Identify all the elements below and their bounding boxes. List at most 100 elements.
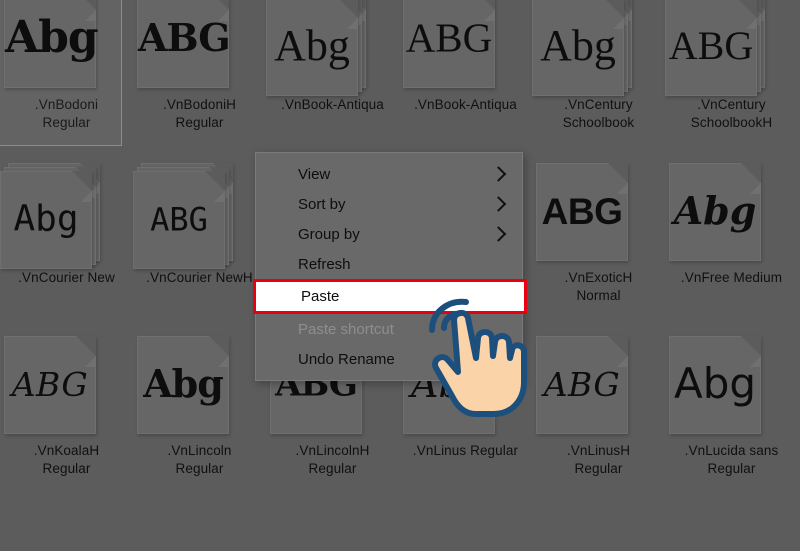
menu-item-label: View (298, 165, 331, 183)
font-preview-glyph: ABG (668, 23, 754, 69)
page-fold-icon (209, 0, 229, 10)
font-file-icon[interactable]: ABG (532, 159, 665, 267)
menu-item-group-by[interactable]: Group by (256, 219, 522, 249)
file-sheet: ABG (403, 0, 495, 88)
font-file-icon[interactable]: Abg (0, 0, 133, 94)
font-file-icon[interactable]: Abg (665, 159, 798, 267)
page-fold-icon (338, 0, 358, 18)
menu-item-label: Refresh (298, 255, 351, 273)
file-sheet: ABG (4, 336, 96, 434)
page-fold-icon (741, 336, 761, 356)
page-fold-icon (608, 336, 628, 356)
font-file-icon[interactable]: Abg (0, 159, 133, 269)
page-fold-icon (76, 336, 96, 356)
page-fold-icon (205, 171, 225, 191)
chevron-right-icon (490, 226, 507, 242)
font-icon-label: .VnLincoln Regular (167, 443, 232, 476)
font-preview-glyph: Abg (13, 198, 79, 240)
font-icon-label: .VnLucida sans Regular (684, 443, 779, 476)
font-icon-item[interactable]: ABG .VnLinusH Regular (532, 332, 665, 478)
font-icon-item[interactable]: Abg .VnLucida sans Regular (665, 332, 798, 478)
font-file-icon[interactable]: ABG (532, 332, 665, 440)
font-icon-item[interactable]: Abg .VnCentury Schoolbook (532, 0, 665, 132)
font-file-icon[interactable]: Abg (266, 0, 399, 96)
file-sheet: Abg (0, 171, 92, 269)
menu-item-label: Paste shortcut (298, 320, 394, 338)
menu-item-sort-by[interactable]: Sort by (256, 189, 522, 219)
font-file-icon[interactable]: ABG (0, 332, 133, 440)
font-file-icon[interactable]: ABG (133, 159, 266, 269)
font-icon-label: .VnCentury Schoolbook (562, 97, 635, 130)
font-file-icon[interactable]: Abg (133, 332, 266, 440)
font-icon-item[interactable]: ABG .VnBook-Antiqua (399, 0, 532, 114)
font-icon-label: .VnKoalaH Regular (33, 443, 100, 476)
file-sheet: Abg (669, 163, 761, 261)
menu-item-paste-slot: Paste (253, 279, 527, 314)
menu-item-refresh[interactable]: Refresh (256, 249, 522, 279)
menu-item-label: Sort by (298, 195, 346, 213)
font-preview-glyph: ABG (543, 364, 621, 404)
font-preview-glyph: Abg (540, 21, 616, 71)
menu-item-label: Undo Rename (298, 350, 395, 368)
font-icon-item[interactable]: ABG .VnKoalaH Regular (0, 332, 133, 478)
font-file-icon[interactable]: Abg (665, 332, 798, 440)
font-icon-item[interactable]: Abg .VnFree Medium (665, 159, 798, 287)
file-sheet: Abg (532, 0, 624, 96)
font-icon-item[interactable]: Abg .VnCourier New (0, 159, 133, 287)
font-icon-label: .VnExoticH Normal (564, 270, 633, 303)
desktop-fonts-window: Abg .VnBodoni Regular ABG .VnBodoniH Regular A… (0, 0, 800, 551)
font-preview-glyph: ABG (405, 14, 493, 61)
font-preview-glyph: Abg (5, 12, 99, 64)
file-sheet: Abg (669, 336, 761, 434)
font-icon-item[interactable]: ABG .VnCourier NewH (133, 159, 266, 287)
menu-item-undo-rename[interactable]: Undo Rename (256, 344, 522, 374)
font-file-icon[interactable]: ABG (665, 0, 798, 96)
font-icon-item[interactable]: Abg .VnBook-Antiqua (266, 0, 399, 114)
chevron-right-icon (490, 196, 507, 212)
font-icon-item[interactable]: Abg .VnLincoln Regular (133, 332, 266, 478)
file-sheet: Abg (137, 336, 229, 434)
page-fold-icon (209, 336, 229, 356)
file-sheet: ABG (133, 171, 225, 269)
font-icon-label: .VnBodoni Regular (34, 97, 99, 130)
page-fold-icon (741, 163, 761, 183)
page-fold-icon (608, 163, 628, 183)
font-preview-glyph: ABG (11, 364, 89, 404)
font-icon-label: .VnCentury SchoolbookH (690, 97, 773, 130)
font-preview-glyph: ABG (138, 15, 231, 61)
font-icon-item[interactable]: Abg .VnBodoni Regular (0, 0, 133, 146)
file-sheet: ABG (536, 163, 628, 261)
file-sheet: Abg (266, 0, 358, 96)
menu-item-paste[interactable]: Paste (253, 279, 527, 314)
menu-item-paste-shortcut: Paste shortcut (256, 314, 522, 344)
font-preview-glyph: Abg (143, 361, 224, 407)
page-fold-icon (737, 0, 757, 18)
font-icon-item[interactable]: ABG .VnCentury SchoolbookH (665, 0, 798, 132)
file-sheet: ABG (665, 0, 757, 96)
font-icon-label: .VnLinus Regular (412, 443, 519, 458)
menu-item-label: Paste (301, 288, 340, 305)
font-icon-label: .VnCourier New (18, 270, 115, 285)
font-file-icon[interactable]: ABG (133, 0, 266, 94)
font-icon-label: .VnBook-Antiqua (414, 97, 517, 112)
page-fold-icon (604, 0, 624, 18)
page-fold-icon (72, 171, 92, 191)
context-menu[interactable]: View Sort by Group by Refresh Paste Past… (253, 152, 527, 381)
font-icon-item[interactable]: ABG .VnBodoniH Regular (133, 0, 266, 132)
font-preview-glyph: ABG (541, 190, 623, 232)
font-icon-label: .VnBodoniH Regular (162, 97, 237, 130)
file-sheet: Abg (4, 0, 99, 88)
font-file-icon[interactable]: Abg (532, 0, 665, 96)
font-file-icon[interactable]: ABG (399, 0, 532, 94)
font-icon-label: .VnFree Medium (680, 270, 783, 285)
file-sheet: ABG (536, 336, 628, 434)
page-fold-icon (475, 0, 495, 10)
font-icon-label: .VnBook-Antiqua (281, 97, 384, 112)
page-fold-shadow (214, 191, 225, 202)
page-fold-icon (76, 0, 96, 10)
menu-item-view[interactable]: View (256, 159, 522, 189)
font-icon-label: .VnLincolnH Regular (295, 443, 370, 476)
font-preview-glyph: Abg (274, 21, 350, 71)
font-icon-item[interactable]: ABG .VnExoticH Normal (532, 159, 665, 305)
chevron-right-icon (490, 166, 507, 182)
